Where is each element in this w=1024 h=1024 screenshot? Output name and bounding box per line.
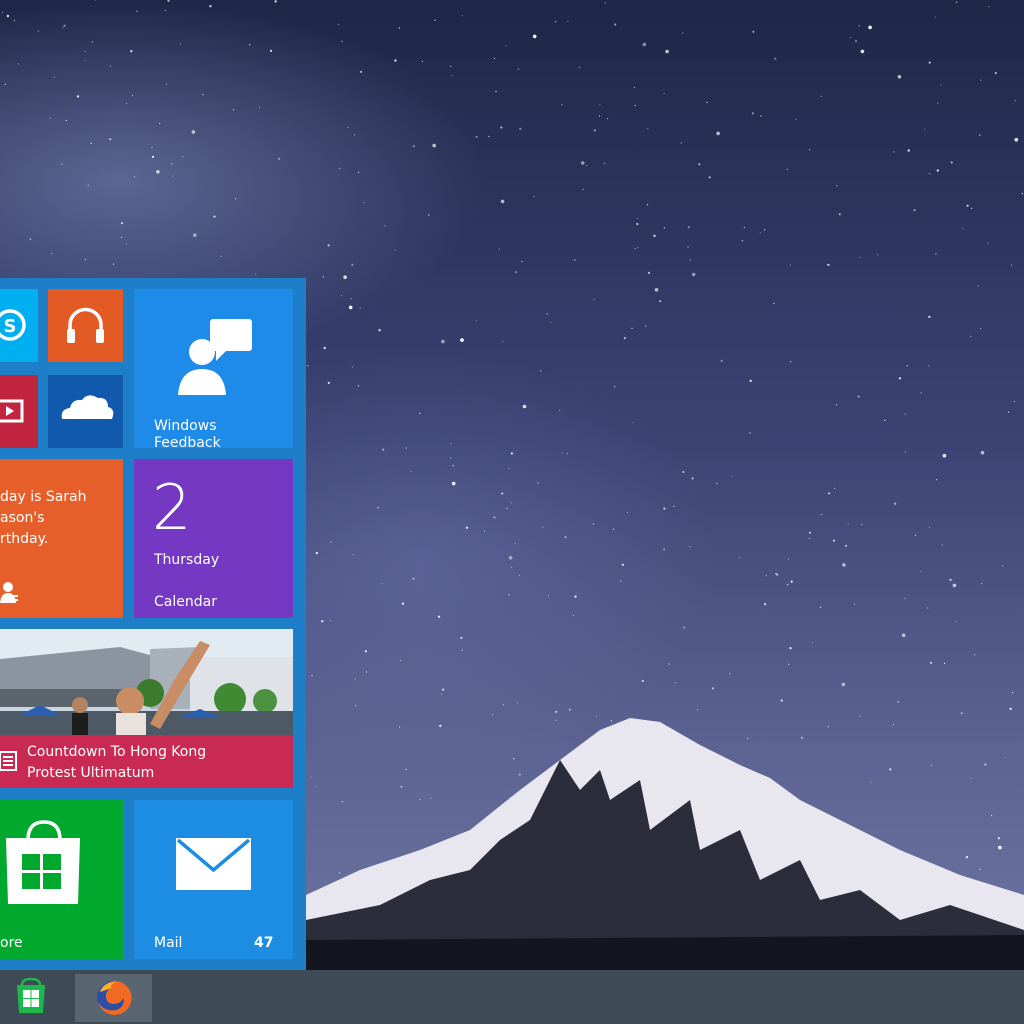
calendar-weekday: Thursday xyxy=(154,552,220,568)
tile-skype[interactable]: S xyxy=(0,289,38,362)
cloud-icon xyxy=(61,395,114,419)
news-headline-line1: Countdown To Hong Kong xyxy=(27,744,207,760)
tile-windows-feedback[interactable]: Windows Feedback xyxy=(134,289,293,448)
headphones-icon xyxy=(67,307,104,343)
feedback-label-line2: Feedback xyxy=(154,435,221,448)
store-bag-icon xyxy=(6,820,80,904)
taskbar xyxy=(0,970,1024,1024)
taskbar-firefox-button[interactable] xyxy=(75,974,152,1022)
svg-text:S: S xyxy=(4,316,17,337)
people-text-line1: day is Sarah xyxy=(0,489,87,505)
tile-people[interactable]: day is Sarah ason's rthday. xyxy=(0,459,123,618)
video-icon xyxy=(0,399,24,423)
people-icon xyxy=(0,582,18,603)
mail-unread-badge: 47 xyxy=(254,935,274,951)
tile-calendar[interactable]: 2 Thursday Calendar xyxy=(134,459,293,618)
start-menu: S Windows Feedback day is Sarah ason's r… xyxy=(0,278,306,970)
calendar-label: Calendar xyxy=(154,594,217,610)
store-label: ore xyxy=(0,935,23,951)
tile-news[interactable]: Countdown To Hong Kong Protest Ultimatum xyxy=(0,629,293,788)
skype-icon: S xyxy=(0,309,26,341)
news-icon xyxy=(0,751,17,771)
feedback-icon xyxy=(178,319,252,395)
tile-video[interactable] xyxy=(0,375,38,448)
people-text-line3: rthday. xyxy=(0,531,49,547)
tile-store[interactable]: ore xyxy=(0,800,123,959)
tile-onedrive[interactable] xyxy=(48,375,123,448)
news-headline-line2: Protest Ultimatum xyxy=(27,765,155,781)
feedback-label-line1: Windows xyxy=(154,418,217,434)
windows-logo-icon xyxy=(17,977,45,1013)
people-text-line2: ason's xyxy=(0,510,45,526)
envelope-icon xyxy=(176,838,251,890)
news-photo xyxy=(0,629,293,735)
start-button[interactable] xyxy=(0,970,62,1024)
tile-music[interactable] xyxy=(48,289,123,362)
firefox-icon xyxy=(96,980,132,1015)
tile-mail[interactable]: Mail 47 xyxy=(134,800,293,959)
calendar-day-number: 2 xyxy=(152,471,192,544)
mail-label: Mail xyxy=(154,935,183,951)
